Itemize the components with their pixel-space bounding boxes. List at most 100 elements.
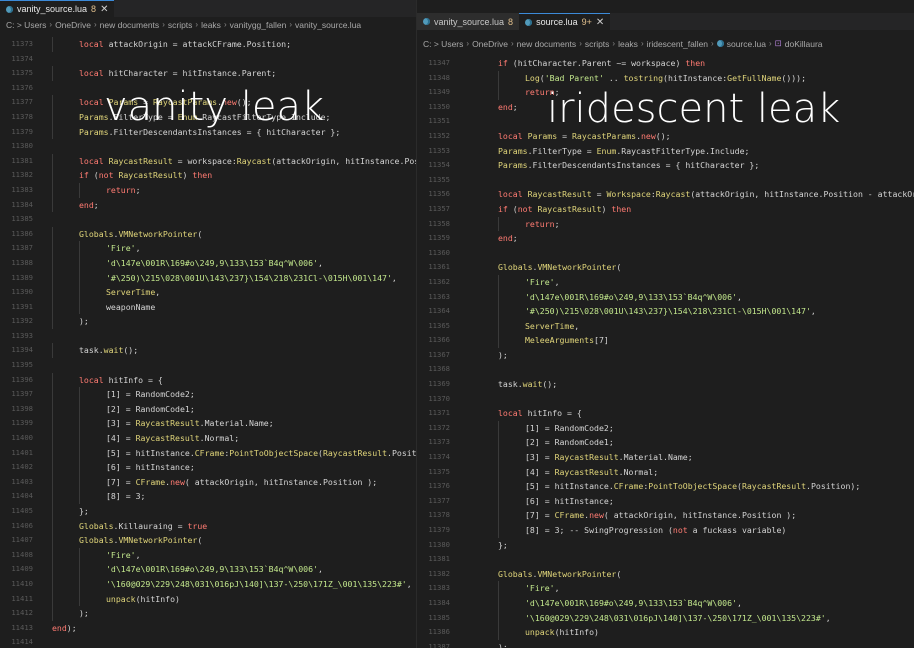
breadcrumb-item[interactable]: leaks	[201, 20, 221, 30]
code-line: 11386 unpack(hitInfo)	[417, 625, 914, 640]
code-line: 11387);	[417, 640, 914, 648]
line-number: 11350	[428, 101, 450, 111]
code-line: 11407 Globals.VMNetworkPointer(	[0, 533, 416, 548]
code-line: 11379 Params.FilterDescendantsInstances =…	[0, 124, 416, 140]
breadcrumb-item[interactable]: C: > Users	[423, 39, 463, 49]
chevron-right-icon: ›	[162, 20, 165, 29]
line-number: 11408	[11, 549, 33, 559]
code-text: local Params = RaycastParams.new();	[79, 97, 252, 108]
code-text: [8] = 3; -- SwingProgression (not a fuck…	[525, 525, 787, 535]
indent-guide	[52, 460, 53, 475]
line-number: 11380	[428, 539, 450, 549]
breadcrumb-item[interactable]: leaks	[618, 39, 638, 49]
close-icon[interactable]: ✕	[596, 17, 604, 28]
code-line: 11393	[0, 329, 416, 344]
indent-guide	[79, 547, 80, 563]
left-code-area[interactable]: 11373 local attackOrigin = attackCFrame.P…	[0, 37, 416, 648]
code-text: '\160@029\229\248\031\016pJ\140]\137-\25…	[525, 612, 831, 623]
line-number: 11348	[428, 72, 450, 82]
line-number: 11384	[428, 597, 450, 607]
breadcrumb-item[interactable]: new documents	[100, 20, 160, 30]
code-text: [3] = RaycastResult.Material.Name;	[106, 418, 274, 429]
code-line: 11351	[417, 114, 914, 129]
lua-file-icon	[6, 5, 13, 13]
code-line: 11391 weaponName	[0, 299, 416, 315]
code-text: end;	[498, 101, 518, 112]
code-text: };	[79, 506, 89, 516]
breadcrumb-item[interactable]: C: > Users	[6, 20, 46, 30]
code-line: 11403 [7] = CFrame.new( attackOrigin, hit…	[0, 474, 416, 490]
line-number: 11360	[428, 247, 450, 257]
right-code-area[interactable]: 11347 if (hitCharacter.Parent ~= workspac…	[417, 56, 914, 648]
code-text: local hitInfo = {	[79, 374, 163, 385]
chevron-right-icon: ›	[579, 39, 582, 48]
code-text: 'd\147e\001R\169#o\249,9\133\153`B4q^W\0…	[106, 257, 323, 268]
code-text: );	[79, 608, 89, 619]
problem-count-badge: 8	[91, 4, 97, 14]
breadcrumb-item[interactable]: scripts	[585, 39, 610, 49]
code-line: 11363 'd\147e\001R\169#o\249,9\133\153`B4…	[417, 289, 914, 305]
right-tab-bar: vanity_source.lua 8 source.lua 9+ ✕	[417, 13, 914, 30]
breadcrumb-item[interactable]: vanity_source.lua	[295, 20, 361, 30]
code-line: 11372 [1] = RandomCode2;	[417, 420, 914, 436]
line-number: 11396	[11, 374, 33, 384]
code-line: 11373 [2] = RandomCode1;	[417, 435, 914, 451]
indent-guide	[52, 533, 53, 548]
code-text: local hitCharacter = hitInstance.Parent;	[79, 68, 277, 79]
code-line: 11376	[0, 81, 416, 96]
code-line: 11368	[417, 362, 914, 377]
code-line: 11382 if (not RaycastResult) then	[0, 168, 416, 183]
code-line: 11401 [5] = hitInstance.CFrame:PointToObj…	[0, 445, 416, 461]
code-text: '#\250)\215\028\001U\143\237}\154\218\23…	[106, 272, 397, 283]
indent-guide	[498, 70, 499, 86]
tab-vanity_source-lua[interactable]: vanity_source.lua 8 ✕	[0, 0, 115, 17]
code-line: 11400 [4] = RaycastResult.Normal;	[0, 431, 416, 446]
breadcrumb-item[interactable]: OneDrive	[55, 20, 91, 30]
breadcrumb-item[interactable]: scripts	[168, 20, 193, 30]
code-line: 11380	[0, 139, 416, 154]
indent-guide	[498, 420, 499, 436]
breadcrumb-item[interactable]: source.lua	[727, 39, 766, 49]
indent-guide	[79, 445, 80, 461]
indent-guide	[498, 435, 499, 451]
code-text: 'd\147e\001R\169#o\249,9\133\153`B4q^W\0…	[106, 564, 323, 575]
breadcrumb-item[interactable]: vanitygg_fallen	[230, 20, 287, 30]
line-number: 11356	[428, 189, 450, 199]
line-number: 11374	[11, 53, 33, 63]
code-line: 11385	[0, 212, 416, 227]
line-number: 11397	[11, 389, 33, 399]
code-line: 11375 [4] = RaycastResult.Normal;	[417, 464, 914, 480]
line-number: 11379	[428, 525, 450, 534]
indent-guide	[52, 182, 53, 198]
line-number: 11380	[11, 141, 33, 151]
breadcrumb-item[interactable]: doKillaura	[785, 39, 823, 49]
indent-guide	[79, 416, 80, 432]
code-text: if (hitCharacter.Parent ~= workspace) th…	[498, 58, 706, 68]
code-line: 11378 [7] = CFrame.new( attackOrigin, hit…	[417, 508, 914, 523]
indent-guide	[79, 401, 80, 417]
code-line: 11389 '#\250)\215\028\001U\143\237}\154\2…	[0, 270, 416, 286]
close-icon[interactable]: ✕	[100, 4, 108, 15]
code-text: Log('Bad Parent' .. tostring(hitInstance…	[525, 72, 807, 83]
breadcrumb-item[interactable]: iridescent_fallen	[647, 39, 708, 49]
indent-guide	[498, 610, 499, 626]
indent-guide	[52, 270, 53, 286]
code-text: 'd\147e\001R\169#o\249,9\133\153`B4q^W\0…	[525, 597, 742, 608]
indent-guide	[79, 576, 80, 592]
line-number: 11377	[11, 97, 33, 107]
tab-vanity_source-lua[interactable]: vanity_source.lua 8	[417, 13, 520, 30]
breadcrumb-item[interactable]: OneDrive	[472, 39, 508, 49]
code-line: 11366 MeleeArguments[7]	[417, 333, 914, 348]
tab-source-lua[interactable]: source.lua 9+ ✕	[519, 13, 611, 30]
breadcrumb-item[interactable]: new documents	[517, 39, 577, 49]
line-number: 11354	[428, 160, 450, 170]
line-number: 11403	[11, 476, 33, 486]
code-line: 11367);	[417, 348, 914, 363]
indent-guide	[52, 66, 53, 81]
function-symbol-icon: ⊡	[774, 38, 782, 48]
line-number: 11386	[428, 627, 450, 637]
code-text: return;	[525, 87, 560, 98]
line-number: 11372	[428, 422, 450, 432]
code-text: 'Fire',	[106, 549, 141, 560]
indent-guide	[498, 216, 499, 232]
